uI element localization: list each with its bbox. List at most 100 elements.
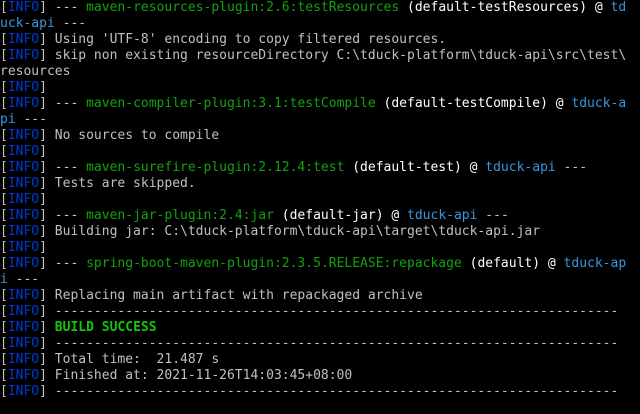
bracket-open: [ <box>0 256 8 271</box>
log-level-label: INFO <box>7 128 40 143</box>
bracket-close: ] <box>39 304 47 319</box>
plugin-name: maven-surefire-plugin:2.12.4:test <box>86 160 345 175</box>
bracket-open: [ <box>0 80 8 95</box>
log-message: ----------------------------------------… <box>46 304 619 319</box>
bracket-open: [ <box>0 48 8 63</box>
terminal-console[interactable]: [INFO] --- maven-resources-plugin:2.6:te… <box>0 0 640 414</box>
log-message: skip non existing resourceDirectory C:\t… <box>46 48 627 63</box>
project-name: tduck-api <box>485 160 556 175</box>
bracket-close: ] <box>39 176 47 191</box>
log-level-label: INFO <box>7 368 40 383</box>
console-line: [INFO] --- maven-resources-plugin:2.6:te… <box>0 0 626 16</box>
separator-dashes: --- <box>46 0 87 15</box>
project-name: tduck-api <box>407 208 478 223</box>
bracket-open: [ <box>0 144 8 159</box>
log-level-label: INFO <box>7 384 40 399</box>
console-line: [INFO] Using 'UTF-8' encoding to copy fi… <box>0 32 446 48</box>
separator-dashes: --- <box>46 256 87 271</box>
console-line: [INFO] Tests are skipped. <box>0 176 196 192</box>
bracket-close: ] <box>39 352 47 367</box>
separator-dashes: --- <box>46 160 87 175</box>
log-message-continued: --- <box>7 272 40 287</box>
log-level-label: INFO <box>7 304 40 319</box>
project-name: tduck-ap <box>563 256 627 271</box>
bracket-open: [ <box>0 368 8 383</box>
log-level-label: INFO <box>7 240 40 255</box>
bracket-open: [ <box>0 208 8 223</box>
execution-goal: (default-testCompile) @ <box>375 96 572 111</box>
console-line: [INFO] --- spring-boot-maven-plugin:2.3.… <box>0 256 626 272</box>
plugin-name: spring-boot-maven-plugin:2.3.5.RELEASE:r… <box>86 256 462 271</box>
bracket-close: ] <box>39 144 47 159</box>
bracket-close: ] <box>39 96 47 111</box>
bracket-close: ] <box>39 208 47 223</box>
bracket-open: [ <box>0 160 8 175</box>
plugin-name: maven-resources-plugin:2.6:testResources <box>86 0 400 15</box>
bracket-open: [ <box>0 240 8 255</box>
log-message: Total time: 21.487 s <box>46 352 220 367</box>
bracket-open: [ <box>0 320 8 335</box>
project-name-continued: i <box>0 272 8 287</box>
bracket-close: ] <box>39 368 47 383</box>
console-line: [INFO] skip non existing resourceDirecto… <box>0 48 626 64</box>
log-level-label: INFO <box>7 80 40 95</box>
log-level-label: INFO <box>7 320 40 335</box>
project-name-continued: uck-api <box>0 16 55 31</box>
separator-dashes: --- <box>555 160 588 175</box>
console-line: [INFO] Building jar: C:\tduck-platform\t… <box>0 224 540 240</box>
log-level-label: INFO <box>7 32 40 47</box>
log-message-continued: --- <box>54 16 87 31</box>
log-level-label: INFO <box>7 192 40 207</box>
bracket-open: [ <box>0 176 8 191</box>
log-message: Tests are skipped. <box>46 176 196 191</box>
console-line: [INFO] <box>0 240 47 256</box>
log-level-label: INFO <box>7 0 40 15</box>
bracket-close: ] <box>39 48 47 63</box>
execution-goal: (default-jar) @ <box>273 208 408 223</box>
console-line: [INFO] Total time: 21.487 s <box>0 352 219 368</box>
console-line: [INFO] --- maven-surefire-plugin:2.12.4:… <box>0 160 587 176</box>
log-message: ----------------------------------------… <box>46 336 619 351</box>
execution-goal: (default-test) @ <box>344 160 486 175</box>
console-line: [INFO] ---------------------------------… <box>0 336 618 352</box>
log-level-label: INFO <box>7 48 40 63</box>
console-line: [INFO] ---------------------------------… <box>0 304 618 320</box>
log-message: Using 'UTF-8' encoding to copy filtered … <box>46 32 447 47</box>
bracket-open: [ <box>0 304 8 319</box>
log-message: Building jar: C:\tduck-platform\tduck-ap… <box>46 224 541 239</box>
log-level-label: INFO <box>7 96 40 111</box>
bracket-close: ] <box>39 336 47 351</box>
bracket-open: [ <box>0 336 8 351</box>
console-line: [INFO] Replacing main artifact with repa… <box>0 288 423 304</box>
console-line: [INFO] --- maven-compiler-plugin:3.1:tes… <box>0 96 626 112</box>
console-line: [INFO] ---------------------------------… <box>0 384 618 400</box>
console-line: [INFO] Finished at: 2021-11-26T14:03:45+… <box>0 368 352 384</box>
log-message: Finished at: 2021-11-26T14:03:45+08:00 <box>46 368 353 383</box>
bracket-open: [ <box>0 32 8 47</box>
bracket-open: [ <box>0 192 8 207</box>
console-line: [INFO] No sources to compile <box>0 128 219 144</box>
bracket-open: [ <box>0 288 8 303</box>
bracket-close: ] <box>39 80 47 95</box>
bracket-close: ] <box>39 224 47 239</box>
log-level-label: INFO <box>7 224 40 239</box>
log-message: No sources to compile <box>46 128 220 143</box>
bracket-open: [ <box>0 384 8 399</box>
build-status: BUILD SUCCESS <box>54 320 157 335</box>
bracket-close: ] <box>39 128 47 143</box>
log-level-label: INFO <box>7 336 40 351</box>
separator-dashes: --- <box>46 96 87 111</box>
bracket-close: ] <box>39 320 47 335</box>
console-line: [INFO] <box>0 192 47 208</box>
console-line: [INFO] --- maven-jar-plugin:2.4:jar (def… <box>0 208 509 224</box>
separator-dashes: --- <box>477 208 509 223</box>
log-level-label: INFO <box>7 160 40 175</box>
console-line: uck-api --- <box>0 16 86 32</box>
console-line: i --- <box>0 272 39 288</box>
log-message-continued: --- <box>15 112 47 127</box>
console-line: [INFO] <box>0 144 47 160</box>
log-message: Replacing main artifact with repackaged … <box>46 288 423 303</box>
bracket-close: ] <box>39 288 47 303</box>
plugin-name: maven-jar-plugin:2.4:jar <box>86 208 274 223</box>
bracket-close: ] <box>39 0 47 15</box>
